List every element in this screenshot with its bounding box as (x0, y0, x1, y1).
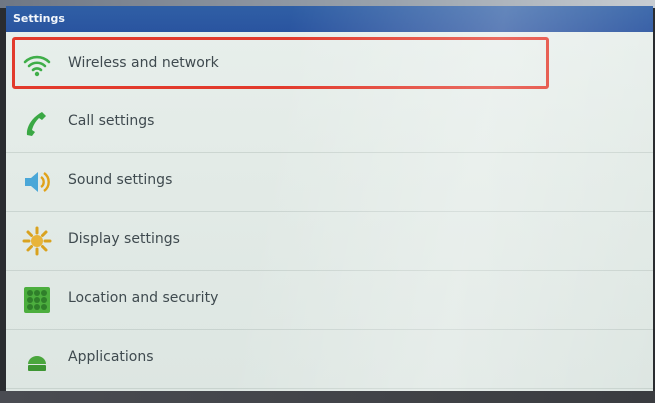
settings-item-applications[interactable]: Applications (6, 330, 653, 389)
title-bar: Settings (6, 6, 653, 32)
wifi-icon (22, 50, 52, 80)
android-icon (22, 344, 52, 374)
speaker-icon (22, 167, 52, 197)
settings-item-label: Call settings (68, 113, 155, 129)
settings-item-location[interactable]: Location and security (6, 271, 653, 330)
settings-item-display[interactable]: Display settings (6, 212, 653, 271)
screen: Settings Wireless and network Call setti… (6, 6, 653, 391)
brightness-icon (22, 226, 52, 256)
settings-item-sound[interactable]: Sound settings (6, 153, 653, 212)
grid-lock-icon (22, 285, 52, 315)
device-bezel-bottom (0, 391, 655, 403)
settings-item-label: Display settings (68, 231, 180, 247)
settings-item-call[interactable]: Call settings (6, 94, 653, 153)
settings-item-label: Wireless and network (68, 55, 219, 71)
settings-item-label: Applications (68, 349, 154, 365)
settings-item-label: Sound settings (68, 172, 173, 188)
page-title: Settings (13, 12, 65, 25)
settings-list: Wireless and network Call settings Sound… (6, 36, 653, 389)
phone-icon (22, 108, 52, 138)
settings-item-label: Location and security (68, 290, 219, 306)
settings-item-wireless[interactable]: Wireless and network (6, 36, 653, 94)
